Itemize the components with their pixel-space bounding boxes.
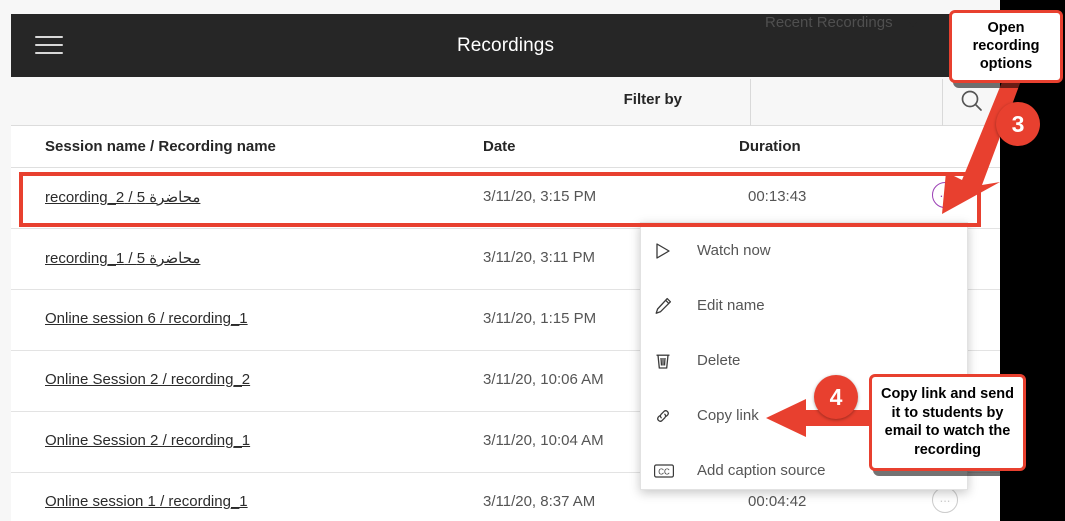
annotation-badge-4: 4 bbox=[814, 375, 858, 419]
annotation-badge-3: 3 bbox=[996, 102, 1040, 146]
recording-name-link[interactable]: محاضرة 5 / recording_1 bbox=[45, 249, 200, 267]
recording-date: 3/11/20, 10:06 AM bbox=[483, 371, 604, 388]
recording-duration: 00:13:43 bbox=[748, 188, 807, 205]
link-icon bbox=[653, 402, 687, 430]
page-top-margin bbox=[0, 0, 1000, 14]
recordings-page: Recordings Filter by Recent Recordings S… bbox=[0, 0, 1065, 521]
recording-name-link[interactable]: Online session 1 / recording_1 bbox=[45, 493, 248, 510]
menu-item-label: Watch now bbox=[697, 242, 771, 259]
column-header-session-name: Session name / Recording name bbox=[45, 138, 276, 155]
recording-name-link[interactable]: محاضرة 5 / recording_2 bbox=[45, 188, 200, 206]
recording-date: 3/11/20, 1:15 PM bbox=[483, 310, 597, 327]
recording-date: 3/11/20, 3:11 PM bbox=[483, 249, 596, 266]
svg-text:CC: CC bbox=[658, 467, 670, 476]
recording-date: 3/11/20, 8:37 AM bbox=[483, 493, 596, 510]
column-header-date: Date bbox=[483, 138, 516, 155]
menu-item-label: Add caption source bbox=[697, 462, 826, 479]
search-icon[interactable] bbox=[955, 84, 989, 118]
filter-by-label: Filter by bbox=[623, 91, 682, 108]
ellipsis-icon: ... bbox=[939, 184, 951, 200]
hamburger-bar bbox=[35, 52, 63, 54]
menu-item-label: Delete bbox=[697, 352, 741, 369]
menu-item-watch-now[interactable]: Watch now bbox=[641, 223, 967, 278]
filter-divider bbox=[942, 79, 943, 126]
hamburger-icon[interactable] bbox=[35, 35, 63, 55]
column-header-duration: Duration bbox=[739, 138, 801, 155]
filter-dropdown[interactable]: Recent Recordings bbox=[765, 14, 919, 31]
annotation-callout-open-recording-options: Open recording options bbox=[949, 10, 1063, 84]
recording-options-button[interactable]: ... bbox=[932, 182, 958, 208]
annotation-callout-copy-link: Copy link and send it to students by ema… bbox=[869, 374, 1026, 472]
pencil-icon bbox=[653, 292, 687, 320]
recording-date: 3/11/20, 10:04 AM bbox=[483, 432, 604, 449]
filter-divider bbox=[750, 79, 751, 126]
recording-name-link[interactable]: Online Session 2 / recording_1 bbox=[45, 432, 250, 449]
filter-bar: Filter by bbox=[11, 77, 1000, 126]
table-header-row: Session name / Recording name Date Durat… bbox=[11, 126, 1000, 168]
filter-dropdown-value: Recent Recordings bbox=[765, 14, 893, 31]
hamburger-bar bbox=[35, 36, 63, 38]
recording-name-link[interactable]: Online Session 2 / recording_2 bbox=[45, 371, 250, 388]
recording-date: 3/11/20, 3:15 PM bbox=[483, 188, 597, 205]
hamburger-bar bbox=[35, 44, 63, 46]
closed-caption-icon: CC bbox=[653, 457, 687, 485]
recording-name-link[interactable]: Online session 6 / recording_1 bbox=[45, 310, 248, 327]
chevron-down-icon bbox=[906, 18, 919, 27]
play-icon bbox=[653, 237, 687, 265]
menu-item-edit-name[interactable]: Edit name bbox=[641, 278, 967, 333]
menu-item-label: Copy link bbox=[697, 407, 759, 424]
trash-icon bbox=[653, 347, 687, 375]
table-row[interactable]: محاضرة 5 / recording_2 3/11/20, 3:15 PM … bbox=[11, 168, 1000, 229]
menu-item-label: Edit name bbox=[697, 297, 765, 314]
page-left-margin bbox=[0, 0, 11, 521]
